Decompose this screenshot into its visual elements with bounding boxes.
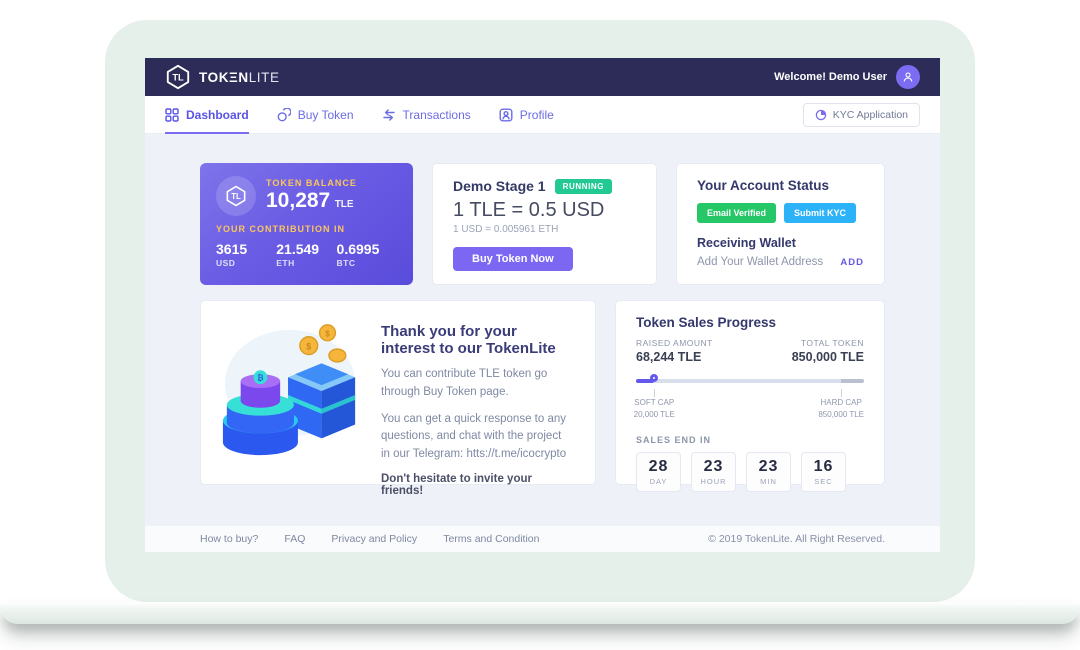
footer-link-how-to-buy[interactable]: How to buy? (200, 533, 258, 545)
contribution-label: YOUR CONTRIBUTION IN (216, 224, 397, 234)
svg-text:TL: TL (231, 192, 241, 201)
token-rate: 1 TLE = 0.5 USD (453, 199, 636, 222)
token-stage-card: Demo Stage 1 RUNNING 1 TLE = 0.5 USD 1 U… (432, 163, 657, 285)
thanks-paragraph-3: Don't hesitate to invite your friends! (381, 473, 571, 497)
main-nav: Dashboard Buy Token Transactions (145, 96, 940, 134)
dashboard-grid-icon (165, 108, 179, 122)
token-balance-label: TOKEN BALANCE (266, 178, 357, 188)
laptop-base (0, 602, 1080, 624)
contribution-usd: 3615 USD (216, 240, 276, 268)
app-screen: TL TOKΞNLITE Welcome! Demo User (145, 58, 940, 552)
soft-cap-tick (654, 389, 655, 397)
dashboard-body: TL TOKEN BALANCE 10,287 TLE YOUR CONTRIB… (145, 134, 940, 485)
svg-text:$: $ (325, 330, 330, 339)
welcome-text: Welcome! Demo User (774, 71, 887, 83)
soft-cap-label: SOFT CAP 20,000 TLE (634, 397, 675, 421)
countdown-seconds: 16 SEC (801, 452, 846, 492)
slider-beyond-hardcap (841, 379, 864, 383)
swap-arrows-icon (382, 108, 396, 122)
token-sub-rate: 1 USD = 0.005961 ETH (453, 224, 636, 235)
countdown-hours: 23 HOUR (691, 452, 736, 492)
tokenlite-logo-icon: TL (165, 64, 191, 90)
user-icon (901, 70, 915, 84)
total-token: TOTAL TOKEN 850,000 TLE (792, 338, 864, 364)
email-verified-badge[interactable]: Email Verified (697, 203, 776, 223)
brand-logo[interactable]: TL TOKΞNLITE (165, 64, 280, 90)
account-status-card: Your Account Status Email Verified Submi… (676, 163, 885, 285)
coins-illustration: $ $ ₿ (217, 317, 365, 468)
coins-icon (277, 108, 291, 122)
thanks-title: Thank you for your interest to our Token… (381, 323, 571, 357)
top-cards-row: TL TOKEN BALANCE 10,287 TLE YOUR CONTRIB… (200, 163, 885, 285)
sales-end-label: SALES END IN (636, 435, 864, 445)
thanks-paragraph-2: You can get a quick response to any ques… (381, 411, 571, 464)
slider-knob[interactable] (650, 374, 658, 382)
countdown: 28 DAY 23 HOUR 23 MIN 16 (636, 452, 864, 492)
account-status-title: Your Account Status (697, 178, 864, 193)
nav-label: Transactions (403, 108, 471, 122)
hard-cap-tick (841, 389, 842, 397)
svg-text:$: $ (306, 342, 311, 352)
avatar[interactable] (896, 65, 920, 89)
nav-item-transactions[interactable]: Transactions (382, 96, 471, 134)
svg-text:₿: ₿ (257, 374, 264, 383)
token-balance-card: TL TOKEN BALANCE 10,287 TLE YOUR CONTRIB… (200, 163, 413, 285)
footer-link-privacy[interactable]: Privacy and Policy (331, 533, 417, 545)
nav-label: Profile (520, 108, 554, 122)
svg-text:TL: TL (172, 73, 184, 83)
brand-name: TOKΞNLITE (199, 70, 280, 85)
contribution-btc: 0.6995 BTC (337, 240, 397, 268)
running-badge: RUNNING (555, 179, 613, 194)
raised-amount: RAISED AMOUNT 68,244 TLE (636, 338, 713, 364)
nav-item-profile[interactable]: Profile (499, 96, 554, 134)
kyc-button-label: KYC Application (833, 109, 908, 121)
buy-token-now-button[interactable]: Buy Token Now (453, 247, 573, 271)
token-balance-amount: 10,287 (266, 189, 330, 212)
footer-link-terms[interactable]: Terms and Condition (443, 533, 539, 545)
token-balance-unit: TLE (335, 199, 354, 210)
nav-item-dashboard[interactable]: Dashboard (165, 96, 249, 134)
profile-icon (499, 108, 513, 122)
copyright: © 2019 TokenLite. All Right Reserved. (708, 533, 885, 545)
progress-title: Token Sales Progress (636, 315, 864, 330)
contribution-eth: 21.549 ETH (276, 240, 336, 268)
app-footer: How to buy? FAQ Privacy and Policy Terms… (145, 526, 940, 552)
add-wallet-button[interactable]: ADD (840, 257, 864, 268)
pie-chart-icon (815, 109, 827, 121)
wallet-address-hint: Add Your Wallet Address (697, 256, 823, 268)
submit-kyc-badge[interactable]: Submit KYC (784, 203, 856, 223)
app-header: TL TOKΞNLITE Welcome! Demo User (145, 58, 940, 96)
sales-progress-slider (636, 374, 864, 388)
thanks-paragraph-1: You can contribute TLE token go through … (381, 366, 571, 402)
stage-title: Demo Stage 1 (453, 178, 546, 194)
hard-cap-label: HARD CAP 850,000 TLE (818, 397, 864, 421)
laptop-mockup: TL TOKΞNLITE Welcome! Demo User (0, 0, 1080, 650)
footer-link-faq[interactable]: FAQ (284, 533, 305, 545)
countdown-minutes: 23 MIN (746, 452, 791, 492)
kyc-application-button[interactable]: KYC Application (803, 103, 920, 127)
token-coin-icon: TL (216, 176, 256, 216)
user-menu[interactable]: Welcome! Demo User (774, 65, 920, 89)
receiving-wallet-title: Receiving Wallet (697, 236, 864, 250)
nav-label: Buy Token (298, 108, 354, 122)
countdown-days: 28 DAY (636, 452, 681, 492)
slider-track (636, 379, 864, 383)
token-sales-progress-card: Token Sales Progress RAISED AMOUNT 68,24… (615, 300, 885, 485)
nav-item-buy-token[interactable]: Buy Token (277, 96, 354, 134)
welcome-message-card: $ $ ₿ (200, 300, 596, 485)
nav-label: Dashboard (186, 108, 249, 122)
bottom-cards-row: $ $ ₿ (200, 300, 885, 485)
